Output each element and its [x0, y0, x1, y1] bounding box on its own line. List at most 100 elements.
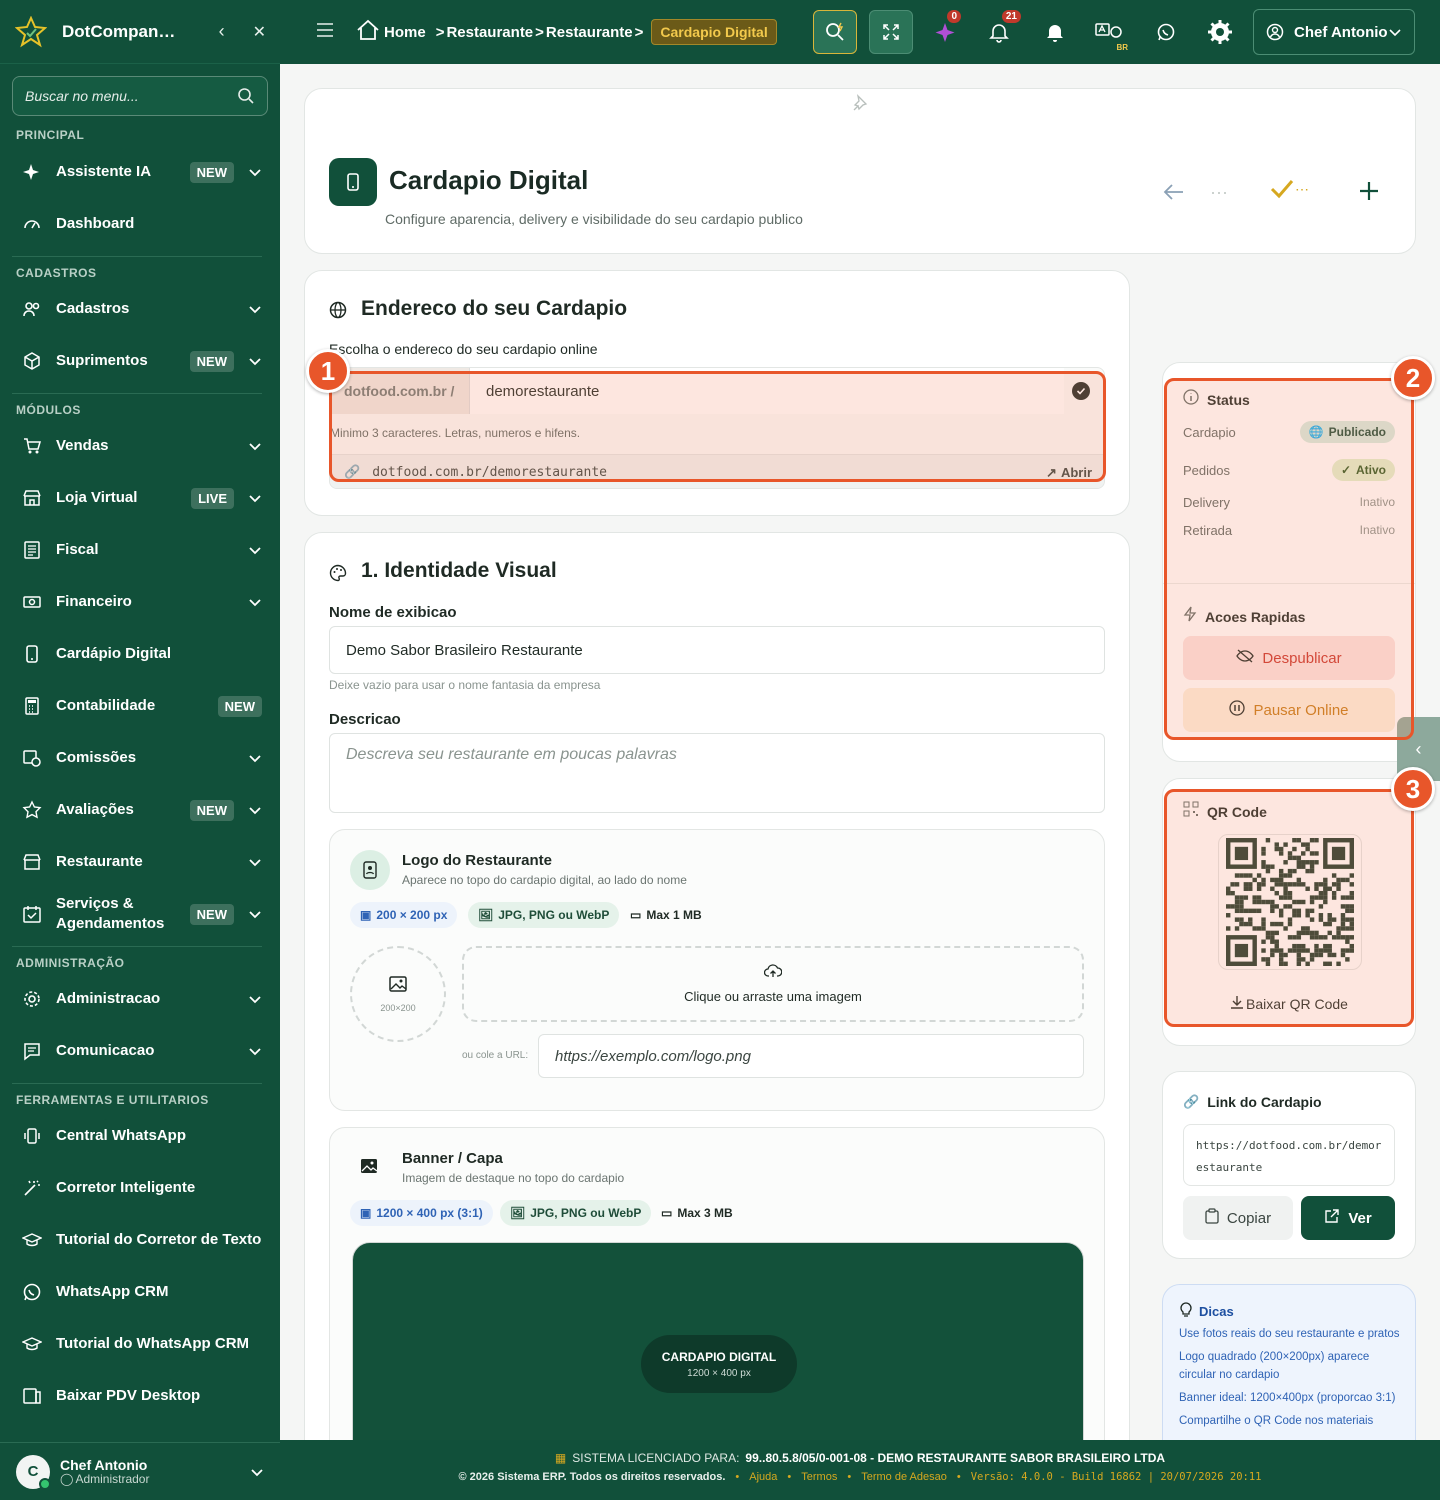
highlight-status — [1164, 378, 1414, 740]
sidebar-item-administracao[interactable]: Administracao — [0, 977, 280, 1021]
gauge-icon — [20, 212, 44, 236]
sidebar-item-avaliacoes[interactable]: Avaliações NEW — [0, 788, 280, 832]
logo-preview-size: 200×200 — [380, 1002, 416, 1013]
language-button[interactable]: BR — [1088, 10, 1132, 54]
sidebar-item-vendas[interactable]: Vendas — [0, 424, 280, 468]
logo-url-input[interactable]: https://exemplo.com/logo.png — [538, 1034, 1084, 1078]
new-badge: NEW — [189, 903, 234, 925]
portrait-icon — [350, 850, 390, 890]
sidebar-item-central-whatsapp[interactable]: Central WhatsApp — [0, 1114, 280, 1158]
sidebar-item-corretor[interactable]: Corretor Inteligente — [0, 1166, 280, 1210]
sidebar-user[interactable]: C Chef Antonio ◯ Administrador — [0, 1442, 280, 1500]
sidebar-divider — [12, 393, 262, 394]
description-textarea[interactable]: Descreva seu restaurante em poucas palav… — [329, 733, 1105, 813]
home-icon[interactable] — [356, 19, 380, 45]
sidebar-divider — [12, 256, 262, 257]
chevron-down-icon — [249, 169, 261, 177]
sidebar-item-label: Comissões — [56, 749, 137, 766]
logo-format-chip-label: JPG, PNG ou WebP — [498, 908, 610, 922]
logo-size-chip: ▣ 200 × 200 px — [350, 902, 458, 928]
marker-3: 3 — [1391, 767, 1435, 811]
collapse-sidebar-icon[interactable]: ‹ — [219, 21, 225, 42]
alerts-button[interactable] — [1033, 10, 1077, 54]
sidebar-item-fiscal[interactable]: Fiscal — [0, 528, 280, 572]
logo-subtitle: Aparece no topo do cardapio digital, ao … — [402, 873, 687, 887]
footer-link-ajuda[interactable]: Ajuda — [749, 1471, 777, 1483]
sidebar-item-comissoes[interactable]: Comissões — [0, 736, 280, 780]
address-label: Escolha o endereco do seu cardapio onlin… — [329, 341, 598, 357]
notifications-button[interactable]: 21 — [977, 10, 1021, 54]
sidebar-search-input[interactable]: Buscar no menu... — [12, 76, 268, 116]
chevron-down-icon — [249, 358, 261, 366]
sidebar-item-loja-virtual[interactable]: Loja Virtual LIVE — [0, 476, 280, 520]
sidebar-item-restaurante[interactable]: Restaurante — [0, 840, 280, 884]
sidebar-item-dashboard[interactable]: Dashboard — [0, 202, 280, 246]
sparkle-icon — [935, 23, 955, 42]
sidebar-item-label: WhatsApp CRM — [56, 1283, 169, 1300]
license-text: 99..80.5.8/05/0-001-08 - DEMO RESTAURANT… — [745, 1451, 1166, 1465]
sidebar-item-tutorial-whatsapp[interactable]: Tutorial do WhatsApp CRM — [0, 1322, 280, 1366]
logo-format-chip: 🖼 JPG, PNG ou WebP — [468, 902, 620, 928]
marker-1: 1 — [306, 349, 350, 393]
sidebar-item-baixar-pdv[interactable]: Baixar PDV Desktop — [0, 1374, 280, 1418]
display-name-input[interactable]: Demo Sabor Brasileiro Restaurante — [329, 626, 1105, 674]
logo-panel: Logo do Restaurante Aparece no topo do c… — [329, 829, 1105, 1111]
clipboard-icon — [1205, 1208, 1219, 1228]
settings-button[interactable] — [1198, 10, 1242, 54]
highlight-address — [329, 371, 1106, 482]
save-check-button[interactable]: ⋯ — [1269, 177, 1309, 201]
restaurant-icon — [20, 850, 44, 874]
search-button[interactable] — [813, 10, 857, 54]
user-role: Administrador — [75, 1471, 150, 1486]
sidebar-item-suprimentos[interactable]: Suprimentos NEW — [0, 339, 280, 383]
copy-button[interactable]: Copiar — [1183, 1196, 1293, 1240]
box-icon — [20, 349, 44, 373]
sidebar-item-financeiro[interactable]: Financeiro — [0, 580, 280, 624]
breadcrumb-restaurante[interactable]: Restaurante — [446, 24, 533, 41]
chevron-down-icon — [249, 859, 261, 867]
sidebar-item-cardapio-digital[interactable]: Cardápio Digital — [0, 632, 280, 676]
whatsapp-button[interactable] — [1144, 10, 1188, 54]
fullscreen-button[interactable] — [869, 10, 913, 54]
chevron-down-icon — [249, 1048, 261, 1056]
translate-icon — [1095, 23, 1122, 38]
sidebar-item-label: Assistente IA — [56, 163, 152, 180]
sidebar-item-contabilidade[interactable]: Contabilidade NEW — [0, 684, 280, 728]
view-button[interactable]: Ver — [1301, 1196, 1395, 1240]
logo-dropzone[interactable]: Clique ou arraste uma imagem — [462, 946, 1084, 1022]
sidebar-item-cadastros[interactable]: Cadastros — [0, 287, 280, 331]
copy-label: Copiar — [1226, 1209, 1272, 1227]
users-icon — [20, 297, 44, 321]
footer-link-termos[interactable]: Termos — [801, 1471, 837, 1483]
license-line: ▦ SISTEMA LICENCIADO PARA: 99..80.5.8/05… — [280, 1451, 1440, 1465]
breadcrumb-home[interactable]: Home — [384, 24, 426, 41]
back-arrow-icon[interactable] — [1163, 182, 1185, 207]
image-size-icon: ▣ — [360, 908, 372, 922]
add-button[interactable] — [1357, 179, 1381, 208]
close-icon[interactable]: ✕ — [253, 22, 266, 42]
sidebar-item-assistente-ia[interactable]: Assistente IA NEW — [0, 150, 280, 194]
menu-icon[interactable] — [316, 22, 336, 42]
user-menu-name: Chef Antonio — [1294, 23, 1388, 41]
version-info: Versão: 4.0.0 - Build 16862 | 20/07/2026… — [970, 1471, 1262, 1483]
pin-icon[interactable] — [850, 93, 872, 120]
ai-sparkle-button[interactable]: 0 — [923, 10, 967, 54]
more-dots-icon[interactable]: ⋯ — [1210, 183, 1229, 204]
sidebar-item-label: Tutorial do WhatsApp CRM — [56, 1335, 250, 1352]
sidebar-item-servicos[interactable]: Serviços & Agendamentos NEW — [0, 892, 280, 936]
footer-link-adesao[interactable]: Termo de Adesao — [861, 1471, 947, 1483]
star-icon — [20, 798, 44, 822]
globe-icon — [329, 301, 347, 324]
file-image-icon: 🖼 — [510, 1206, 526, 1220]
breadcrumb-restaurante-2[interactable]: Restaurante — [546, 24, 633, 41]
link-url-box[interactable]: https://dotfood.com.br/demorestaurante — [1183, 1124, 1395, 1186]
sidebar-item-whatsapp-crm[interactable]: WhatsApp CRM — [0, 1270, 280, 1314]
sidebar-item-tutorial-corretor[interactable]: Tutorial do Corretor de Texto — [0, 1218, 280, 1262]
banner-preview[interactable]: CARDAPIO DIGITAL 1200 × 400 px — [352, 1242, 1084, 1466]
banner-max-chip-label: Max 3 MB — [677, 1206, 733, 1220]
section-principal: PRINCIPAL — [16, 128, 85, 142]
user-name: Chef Antonio — [60, 1456, 148, 1473]
sidebar-item-comunicacao[interactable]: Comunicacao — [0, 1029, 280, 1073]
new-badge: NEW — [189, 350, 234, 372]
user-menu-button[interactable]: Chef Antonio — [1253, 9, 1415, 55]
